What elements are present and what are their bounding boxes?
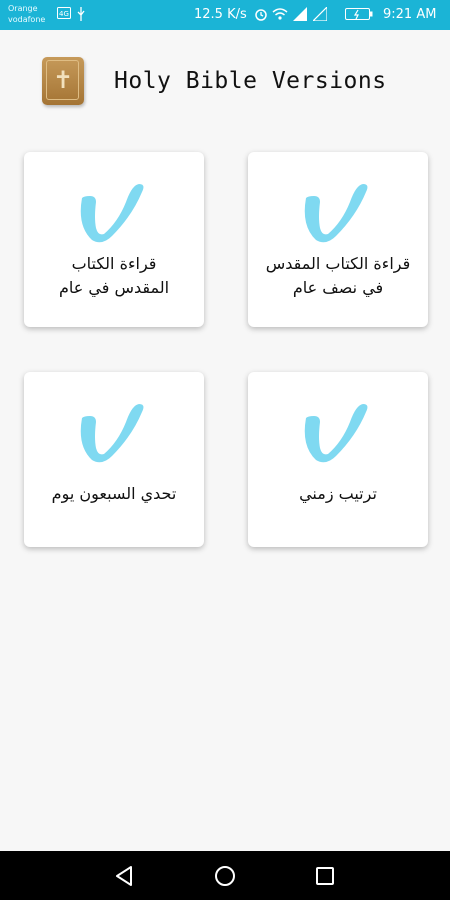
signal-icon (293, 7, 307, 24)
usb-icon (76, 7, 86, 24)
page-title: Holy Bible Versions (114, 68, 387, 94)
carrier-2: vodafone (8, 15, 46, 24)
card-label: قراءة الكتاب المقدس في نصف عام (265, 254, 411, 297)
carrier-labels: Orange vodafone (8, 3, 45, 25)
alarm-icon (254, 7, 268, 24)
card-label: تحدي السبعون يوم (51, 484, 177, 503)
status-bar: Orange vodafone 4G 12.5 K/s 9:21 AM (0, 0, 450, 30)
svg-text:4G: 4G (59, 10, 69, 18)
navigation-bar (0, 851, 450, 900)
check-swoosh-icon (304, 404, 368, 463)
recents-icon[interactable] (313, 864, 337, 888)
card-read-year[interactable]: قراءة الكتاب المقدس في عام (24, 152, 204, 327)
signal-icon (311, 5, 328, 24)
card-label: قراءة الكتاب المقدس في عام (58, 254, 170, 297)
clock: 9:21 AM (383, 7, 437, 22)
home-icon[interactable] (213, 864, 237, 888)
check-swoosh-icon (80, 184, 144, 243)
card-label: ترتيب زمني (299, 484, 377, 503)
back-icon[interactable] (113, 864, 137, 888)
card-seventy-day-challenge[interactable]: تحدي السبعون يوم (24, 372, 204, 547)
network-speed: 12.5 K/s (194, 7, 247, 22)
bible-book-icon: ✝ (42, 57, 84, 105)
check-swoosh-icon (80, 404, 144, 463)
card-read-half-year[interactable]: قراءة الكتاب المقدس في نصف عام (248, 152, 428, 327)
card-chronological-order[interactable]: ترتيب زمني (248, 372, 428, 547)
wifi-icon (272, 7, 288, 24)
carrier-1: Orange (8, 4, 38, 13)
check-swoosh-icon (304, 184, 368, 243)
battery-icon (345, 7, 373, 24)
volte-icon: 4G (57, 7, 71, 22)
